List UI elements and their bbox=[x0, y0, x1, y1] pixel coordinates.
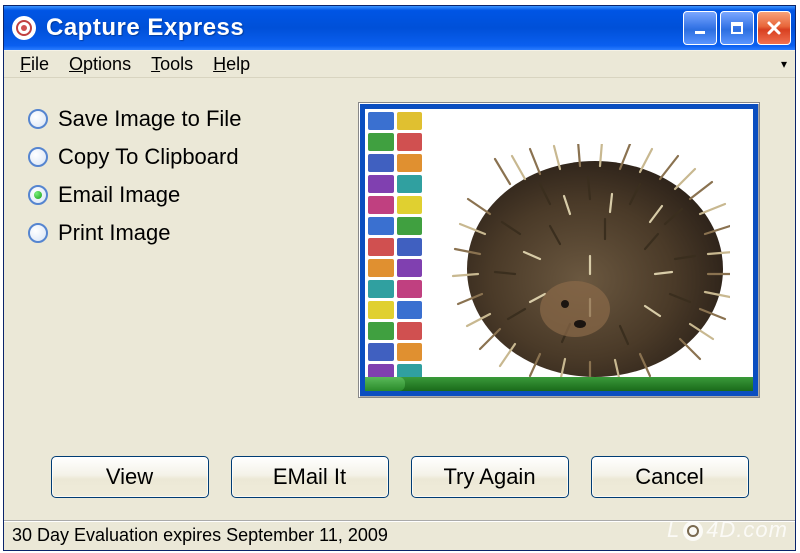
preview-desktop bbox=[365, 109, 753, 391]
radio-icon bbox=[28, 109, 48, 129]
close-button[interactable] bbox=[757, 11, 791, 45]
radio-copy-clipboard[interactable]: Copy To Clipboard bbox=[28, 144, 358, 170]
menu-help[interactable]: Help bbox=[203, 52, 260, 77]
radio-label: Copy To Clipboard bbox=[58, 144, 239, 170]
app-icon bbox=[12, 16, 36, 40]
button-row: View EMail It Try Again Cancel bbox=[28, 438, 771, 510]
capture-preview[interactable] bbox=[358, 102, 760, 398]
action-radio-group: Save Image to File Copy To Clipboard Ema… bbox=[28, 96, 358, 438]
view-button[interactable]: View bbox=[51, 456, 209, 498]
radio-dot-icon bbox=[34, 191, 42, 199]
titlebar[interactable]: Capture Express bbox=[4, 6, 795, 50]
menubar: File Options Tools Help ▾ bbox=[4, 50, 795, 78]
radio-print-image[interactable]: Print Image bbox=[28, 220, 358, 246]
menu-tools[interactable]: Tools bbox=[141, 52, 203, 77]
radio-save-to-file[interactable]: Save Image to File bbox=[28, 106, 358, 132]
main-row: Save Image to File Copy To Clipboard Ema… bbox=[28, 96, 771, 438]
content-area: Save Image to File Copy To Clipboard Ema… bbox=[4, 78, 795, 520]
window-controls bbox=[683, 11, 791, 45]
window-title: Capture Express bbox=[46, 14, 683, 42]
menu-options[interactable]: Options bbox=[59, 52, 141, 77]
app-window: Capture Express File Options Tools Help … bbox=[3, 5, 796, 551]
statusbar: 30 Day Evaluation expires September 11, … bbox=[4, 520, 795, 550]
radio-label: Print Image bbox=[58, 220, 171, 246]
minimize-button[interactable] bbox=[683, 11, 717, 45]
menu-overflow-icon[interactable]: ▾ bbox=[781, 57, 787, 71]
radio-label: Email Image bbox=[58, 182, 180, 208]
menu-file[interactable]: File bbox=[10, 52, 59, 77]
radio-icon bbox=[28, 223, 48, 243]
radio-icon bbox=[28, 185, 48, 205]
try-again-button[interactable]: Try Again bbox=[411, 456, 569, 498]
radio-label: Save Image to File bbox=[58, 106, 241, 132]
preview-taskbar bbox=[365, 377, 753, 391]
maximize-button[interactable] bbox=[720, 11, 754, 45]
preview-start-button bbox=[365, 377, 405, 391]
radio-email-image[interactable]: Email Image bbox=[28, 182, 358, 208]
cancel-button[interactable]: Cancel bbox=[591, 456, 749, 498]
status-text: 30 Day Evaluation expires September 11, … bbox=[12, 525, 388, 546]
preview-column bbox=[358, 96, 771, 438]
preview-subject-image bbox=[450, 144, 730, 379]
email-it-button[interactable]: EMail It bbox=[231, 456, 389, 498]
radio-icon bbox=[28, 147, 48, 167]
preview-desktop-icons bbox=[365, 109, 425, 391]
